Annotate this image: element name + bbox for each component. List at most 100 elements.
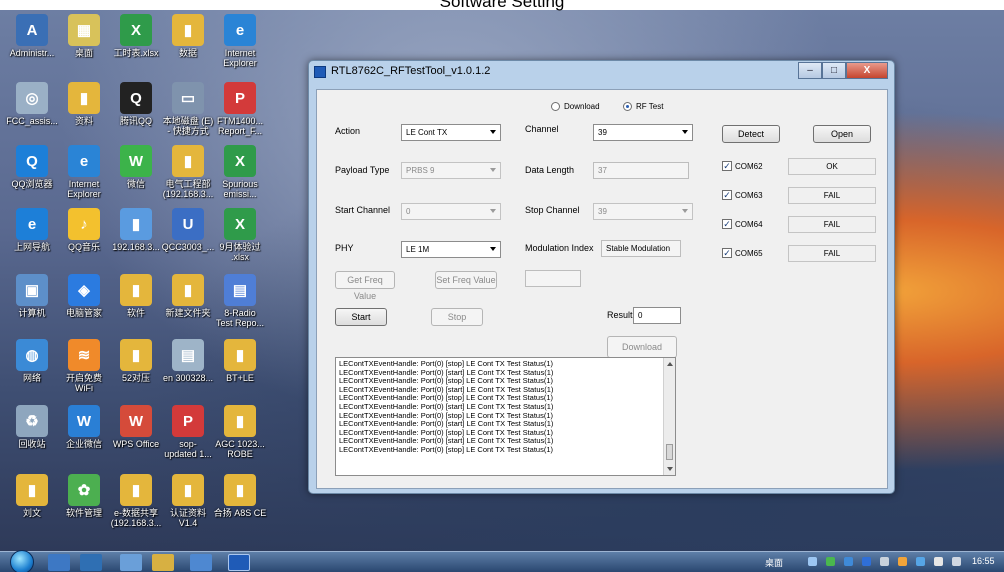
folder-icon: ▮	[120, 339, 152, 371]
tray-volume-icon[interactable]	[934, 557, 943, 566]
tray-qq-icon[interactable]	[898, 557, 907, 566]
scroll-down-icon[interactable]	[667, 467, 673, 471]
taskbar-qq-browser-icon[interactable]	[80, 554, 102, 571]
desktop-shortcut[interactable]: ◎ FCC_assis...	[2, 80, 62, 146]
event-log[interactable]: LEContTXEventHandle: Port(0) [stop] LE C…	[335, 357, 676, 476]
desktop-shortcut[interactable]: ▮ 合扬 A8S CE	[210, 472, 270, 538]
taskbar-qq-browser-icon[interactable]	[48, 554, 70, 571]
desktop-shortcut[interactable]: ▮ 认证资料 V1.4	[158, 472, 218, 538]
desktop-shortcut[interactable]: ▮ e-数据共享 (192.168.3...	[106, 472, 166, 538]
desktop-shortcut[interactable]: ▮ AGC 1023... ROBE	[210, 403, 270, 469]
desktop-shortcut-label: 开启免费 WiFi	[65, 373, 102, 393]
tray-flag-icon[interactable]	[952, 557, 961, 566]
phy-select[interactable]: LE 1M	[401, 241, 501, 258]
com-port-checkbox[interactable]: ✓ COM65	[722, 248, 763, 258]
stop-channel-select[interactable]: 39	[593, 203, 693, 220]
data-length-field[interactable]: 37	[593, 162, 689, 179]
desktop-shortcut[interactable]: ♪ QQ音乐	[54, 206, 114, 272]
tray-desktop-label[interactable]: 桌面	[765, 556, 783, 569]
desktop-shortcut[interactable]: ▦ 桌面	[54, 12, 114, 78]
desktop-shortcut[interactable]: A Administr...	[2, 12, 62, 78]
com-port-checkbox[interactable]: ✓ COM63	[722, 190, 763, 200]
result-field[interactable]: 0	[633, 307, 681, 324]
desktop-shortcut-label: 新建文件夹	[165, 308, 211, 318]
detect-button[interactable]: Detect	[722, 125, 780, 143]
scroll-thumb[interactable]	[666, 444, 673, 460]
com-port-name: COM65	[735, 248, 763, 258]
desktop-shortcut[interactable]: e Internet Explorer	[210, 12, 270, 78]
payload-type-select[interactable]: PRBS 9	[401, 162, 501, 179]
desktop-shortcut[interactable]: ▮ 资料	[54, 80, 114, 146]
desktop-shortcut[interactable]: X Spurious emissi...	[210, 143, 270, 209]
desktop-shortcut[interactable]: ▮ 52对压	[106, 337, 166, 403]
tray-ime-icon[interactable]	[916, 557, 925, 566]
desktop-shortcut[interactable]: X 9月体验过 .xlsx	[210, 206, 270, 272]
start-button[interactable]: Start	[335, 308, 387, 326]
desktop-shortcut[interactable]: ≋ 开启免费 WiFi	[54, 337, 114, 403]
mode-download-radio[interactable]: Download	[551, 102, 600, 111]
com-port-checkbox[interactable]: ✓ COM64	[722, 219, 763, 229]
software-manager-icon: ✿	[68, 474, 100, 506]
desktop-shortcut[interactable]: U QCC3003_...	[158, 206, 218, 272]
com-port-checkbox[interactable]: ✓ COM62	[722, 161, 763, 171]
tray-security-icon[interactable]	[826, 557, 835, 566]
maximize-button[interactable]: □	[822, 62, 846, 79]
desktop-shortcut[interactable]: ▮ 数据	[158, 12, 218, 78]
close-button[interactable]: X	[846, 62, 888, 79]
start-channel-select[interactable]: 0	[401, 203, 501, 220]
log-scrollbar[interactable]	[663, 358, 675, 475]
desktop-shortcut[interactable]: ◈ 电脑管家	[54, 272, 114, 338]
taskbar-app-icon[interactable]	[190, 554, 212, 571]
desktop-shortcut[interactable]: e 上网导航	[2, 206, 62, 272]
download-button[interactable]: Download	[607, 336, 677, 358]
taskbar-network-icon[interactable]	[120, 554, 142, 571]
freq-value-field[interactable]	[525, 270, 581, 287]
action-select[interactable]: LE Cont TX	[401, 124, 501, 141]
tray-wifi-icon[interactable]	[808, 557, 817, 566]
desktop-shortcut[interactable]: X 工时表.xlsx	[106, 12, 166, 78]
project-icon: U	[172, 208, 204, 240]
desktop-shortcut[interactable]: ▤ en 300328...	[158, 337, 218, 403]
stop-button[interactable]: Stop	[431, 308, 483, 326]
modulation-index-field[interactable]: Stable Modulation	[601, 240, 681, 257]
tray-app-icon[interactable]	[862, 557, 871, 566]
channel-select[interactable]: 39	[593, 124, 693, 141]
desktop-shortcut[interactable]: ▮ 电气工程部 (192.168.3...	[158, 143, 218, 209]
desktop-shortcut[interactable]: ◍ 网络	[2, 337, 62, 403]
taskbar-folder-icon[interactable]	[152, 554, 174, 571]
desktop-shortcut[interactable]: P FTM1400... Report_F...	[210, 80, 270, 146]
desktop-shortcut[interactable]: ▮ 软件	[106, 272, 166, 338]
desktop-shortcut[interactable]: ▮ 新建文件夹	[158, 272, 218, 338]
get-freq-value-button[interactable]: Get Freq Value	[335, 271, 395, 301]
open-button[interactable]: Open	[813, 125, 871, 143]
phy-label: PHY	[335, 243, 354, 253]
desktop-shortcut[interactable]: W 企业微信	[54, 403, 114, 469]
desktop-shortcut[interactable]: ♻ 回收站	[2, 403, 62, 469]
taskbar-rf-tool-icon[interactable]	[228, 554, 250, 571]
minimize-button[interactable]: –	[798, 62, 822, 79]
desktop-shortcut[interactable]: ▤ 8-Radio Test Repo...	[210, 272, 270, 338]
mode-rftest-radio[interactable]: RF Test	[623, 102, 663, 111]
desktop-shortcut[interactable]: ▭ 本地磁盘 (E) - 快捷方式	[158, 80, 218, 146]
desktop-shortcut[interactable]: ▮ BT+LE	[210, 337, 270, 403]
desktop-shortcut[interactable]: ▮ 刘文	[2, 472, 62, 538]
desktop-shortcut[interactable]: ✿ 软件管理	[54, 472, 114, 538]
tray-clock[interactable]: 16:55	[972, 556, 995, 566]
desktop-shortcut[interactable]: W 微信	[106, 143, 166, 209]
desktop-shortcut[interactable]: e Internet Explorer	[54, 143, 114, 209]
window-titlebar[interactable]: RTL8762C_RFTestTool_v1.0.1.2 – □ X	[309, 61, 894, 83]
desktop-shortcut[interactable]: Psop- updated 1...	[158, 403, 218, 469]
set-freq-value-button[interactable]: Set Freq Value	[435, 271, 497, 289]
scroll-up-icon[interactable]	[667, 362, 673, 366]
windows-start-button[interactable]	[10, 550, 34, 572]
desktop-shortcut[interactable]: ▣ 计算机	[2, 272, 62, 338]
desktop-shortcut[interactable]: Q QQ浏览器	[2, 143, 62, 209]
desktop-shortcut[interactable]: ▮ 192.168.3...	[106, 206, 166, 272]
desktop-shortcut[interactable]: Q 腾讯QQ	[106, 80, 166, 146]
chevron-down-icon	[490, 247, 496, 251]
tray-network-icon[interactable]	[880, 557, 889, 566]
phy-value: LE 1M	[406, 245, 430, 254]
page-title: Software Setting	[439, 0, 565, 11]
tray-shield-icon[interactable]	[844, 557, 853, 566]
desktop-shortcut[interactable]: W WPS Office	[106, 403, 166, 469]
